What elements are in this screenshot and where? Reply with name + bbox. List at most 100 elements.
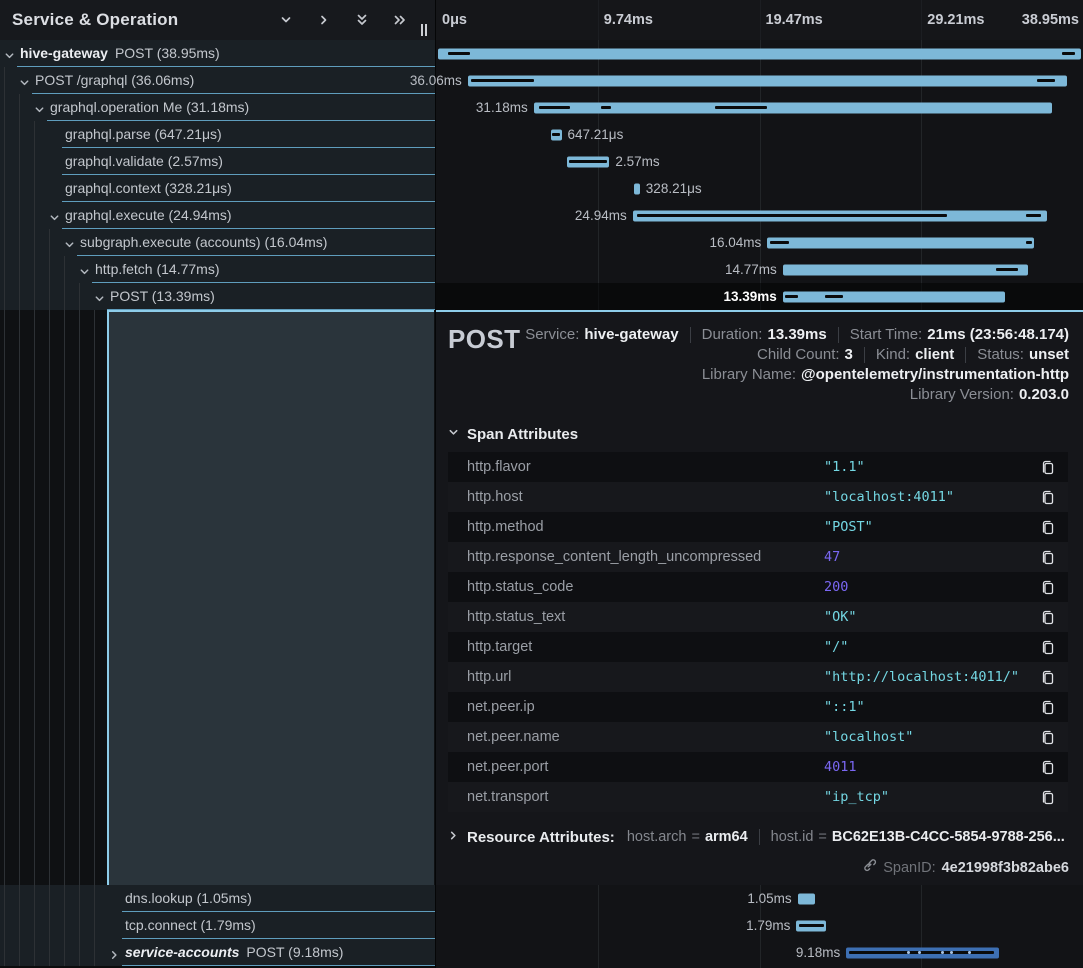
- copy-icon[interactable]: [1038, 758, 1056, 776]
- copy-icon[interactable]: [1038, 458, 1056, 476]
- span-tree-row[interactable]: graphql.context (328.21μs): [0, 175, 435, 202]
- span-tree-row[interactable]: hive-gatewayPOST (38.95ms): [0, 40, 435, 67]
- timeline-row[interactable]: [436, 40, 1083, 67]
- duration-label: 24.94ms: [575, 202, 627, 229]
- duration-label: 13.39ms: [724, 283, 777, 310]
- span-duration-bar[interactable]: [633, 210, 1047, 221]
- copy-icon[interactable]: [1038, 578, 1056, 596]
- span-tree-row[interactable]: subgraph.execute (accounts) (16.04ms): [0, 229, 435, 256]
- span-tree-row[interactable]: graphql.execute (24.94ms): [0, 202, 435, 229]
- timeline-row[interactable]: 31.18ms: [436, 94, 1083, 121]
- attribute-key: http.status_text: [467, 609, 824, 625]
- span-duration-bar[interactable]: [468, 75, 1067, 86]
- collapse-one-icon[interactable]: [279, 13, 293, 27]
- span-tree-row[interactable]: service-accountsPOST (9.18ms): [0, 939, 435, 966]
- meta-divider: [838, 327, 839, 343]
- timeline-row[interactable]: 36.06ms: [436, 67, 1083, 94]
- span-detail-header: POST Service:hive-gatewayDuration:13.39m…: [448, 322, 1069, 403]
- timeline-row[interactable]: 647.21μs: [436, 121, 1083, 148]
- attribute-key: http.url: [467, 669, 824, 685]
- indent-guide: [49, 283, 50, 310]
- span-duration-bar[interactable]: [783, 264, 1028, 275]
- indent-guide: [19, 202, 20, 229]
- chevron-down-icon[interactable]: [64, 237, 75, 248]
- meta-field: Start Time:21ms (23:56:48.174): [850, 326, 1069, 343]
- chevron-right-icon[interactable]: [109, 947, 120, 958]
- child-span-marker: [1062, 52, 1075, 55]
- chevron-down-icon[interactable]: [94, 291, 105, 302]
- span-duration-bar[interactable]: [634, 183, 640, 194]
- span-tree-row[interactable]: graphql.operation Me (31.18ms): [0, 94, 435, 121]
- resource-divider: [759, 829, 760, 845]
- chevron-down-icon[interactable]: [79, 264, 90, 275]
- timeline-row[interactable]: 9.18ms: [436, 939, 1083, 966]
- span-tree-row[interactable]: http.fetch (14.77ms): [0, 256, 435, 283]
- chevron-down-icon[interactable]: [19, 75, 30, 86]
- column-resizer-grip[interactable]: [421, 24, 429, 36]
- child-span-marker: [849, 951, 994, 954]
- span-title: POST: [448, 322, 520, 355]
- span-duration-bar[interactable]: [567, 156, 610, 167]
- attribute-key: http.method: [467, 519, 824, 535]
- timeline-row[interactable]: 24.94ms: [436, 202, 1083, 229]
- resource-key: host.id: [771, 829, 814, 845]
- expand-all-icon[interactable]: [393, 13, 407, 27]
- child-span-marker: [770, 241, 789, 244]
- copy-icon[interactable]: [1038, 488, 1056, 506]
- copy-icon[interactable]: [1038, 518, 1056, 536]
- copy-icon[interactable]: [1038, 668, 1056, 686]
- collapse-all-icon[interactable]: [355, 13, 369, 27]
- indent-guide: [49, 912, 50, 939]
- span-id-row: SpanID: 4e21998f3b82abe6: [448, 858, 1069, 878]
- indent-guide: [19, 310, 20, 885]
- indent-guide: [94, 885, 95, 912]
- copy-icon[interactable]: [1038, 728, 1056, 746]
- timeline-row[interactable]: 13.39ms: [436, 283, 1083, 310]
- span-tree-row[interactable]: POST /graphql (36.06ms): [0, 67, 435, 94]
- expand-one-icon[interactable]: [317, 13, 331, 27]
- span-tree-row[interactable]: dns.lookup (1.05ms): [0, 885, 435, 912]
- meta-label: Start Time:: [850, 326, 923, 343]
- span-duration-bar[interactable]: [534, 102, 1052, 113]
- span-duration-bar[interactable]: [438, 48, 1081, 59]
- span-tree-row[interactable]: tcp.connect (1.79ms): [0, 912, 435, 939]
- span-tree-row[interactable]: POST (13.39ms): [0, 283, 435, 310]
- resource-attributes-row[interactable]: Resource Attributes: host.arch=arm64host…: [448, 828, 1069, 846]
- chevron-down-icon[interactable]: [49, 210, 60, 221]
- timeline-row[interactable]: 16.04ms: [436, 229, 1083, 256]
- span-duration-bar[interactable]: [767, 237, 1034, 248]
- indent-guide: [4, 939, 5, 966]
- timeline-row[interactable]: 2.57ms: [436, 148, 1083, 175]
- meta-label: Service:: [525, 326, 579, 343]
- span-duration-bar[interactable]: [798, 893, 815, 904]
- copy-icon[interactable]: [1038, 788, 1056, 806]
- timeline-row[interactable]: 328.21μs: [436, 175, 1083, 202]
- indent-guide: [34, 175, 35, 202]
- timeline-row[interactable]: 1.05ms: [436, 885, 1083, 912]
- copy-icon[interactable]: [1038, 698, 1056, 716]
- span-name-label: http.fetch (14.77ms): [95, 256, 220, 283]
- copy-icon[interactable]: [1038, 548, 1056, 566]
- meta-divider: [690, 327, 691, 343]
- span-duration-bar[interactable]: [551, 129, 562, 140]
- indent-guide: [4, 283, 5, 310]
- child-span-dot: [968, 951, 971, 954]
- timeline-row[interactable]: 1.79ms: [436, 912, 1083, 939]
- indent-guide: [34, 148, 35, 175]
- copy-icon[interactable]: [1038, 638, 1056, 656]
- chevron-down-icon[interactable]: [4, 48, 15, 59]
- timeline-row[interactable]: 14.77ms: [436, 256, 1083, 283]
- span-name-label: tcp.connect (1.79ms): [125, 912, 256, 939]
- indent-guide: [19, 885, 20, 912]
- span-duration-bar[interactable]: [796, 920, 826, 931]
- indent-guide: [19, 256, 20, 283]
- span-tree-row[interactable]: graphql.validate (2.57ms): [0, 148, 435, 175]
- span-name-label: graphql.parse (647.21μs): [65, 121, 222, 148]
- span-duration-bar[interactable]: [783, 291, 1006, 302]
- span-attributes-section-header[interactable]: Span Attributes: [448, 425, 1069, 443]
- chevron-down-icon[interactable]: [34, 102, 45, 113]
- span-tree-row[interactable]: graphql.parse (647.21μs): [0, 121, 435, 148]
- span-duration-bar[interactable]: [846, 947, 999, 958]
- copy-icon[interactable]: [1038, 608, 1056, 626]
- link-icon[interactable]: [862, 858, 877, 878]
